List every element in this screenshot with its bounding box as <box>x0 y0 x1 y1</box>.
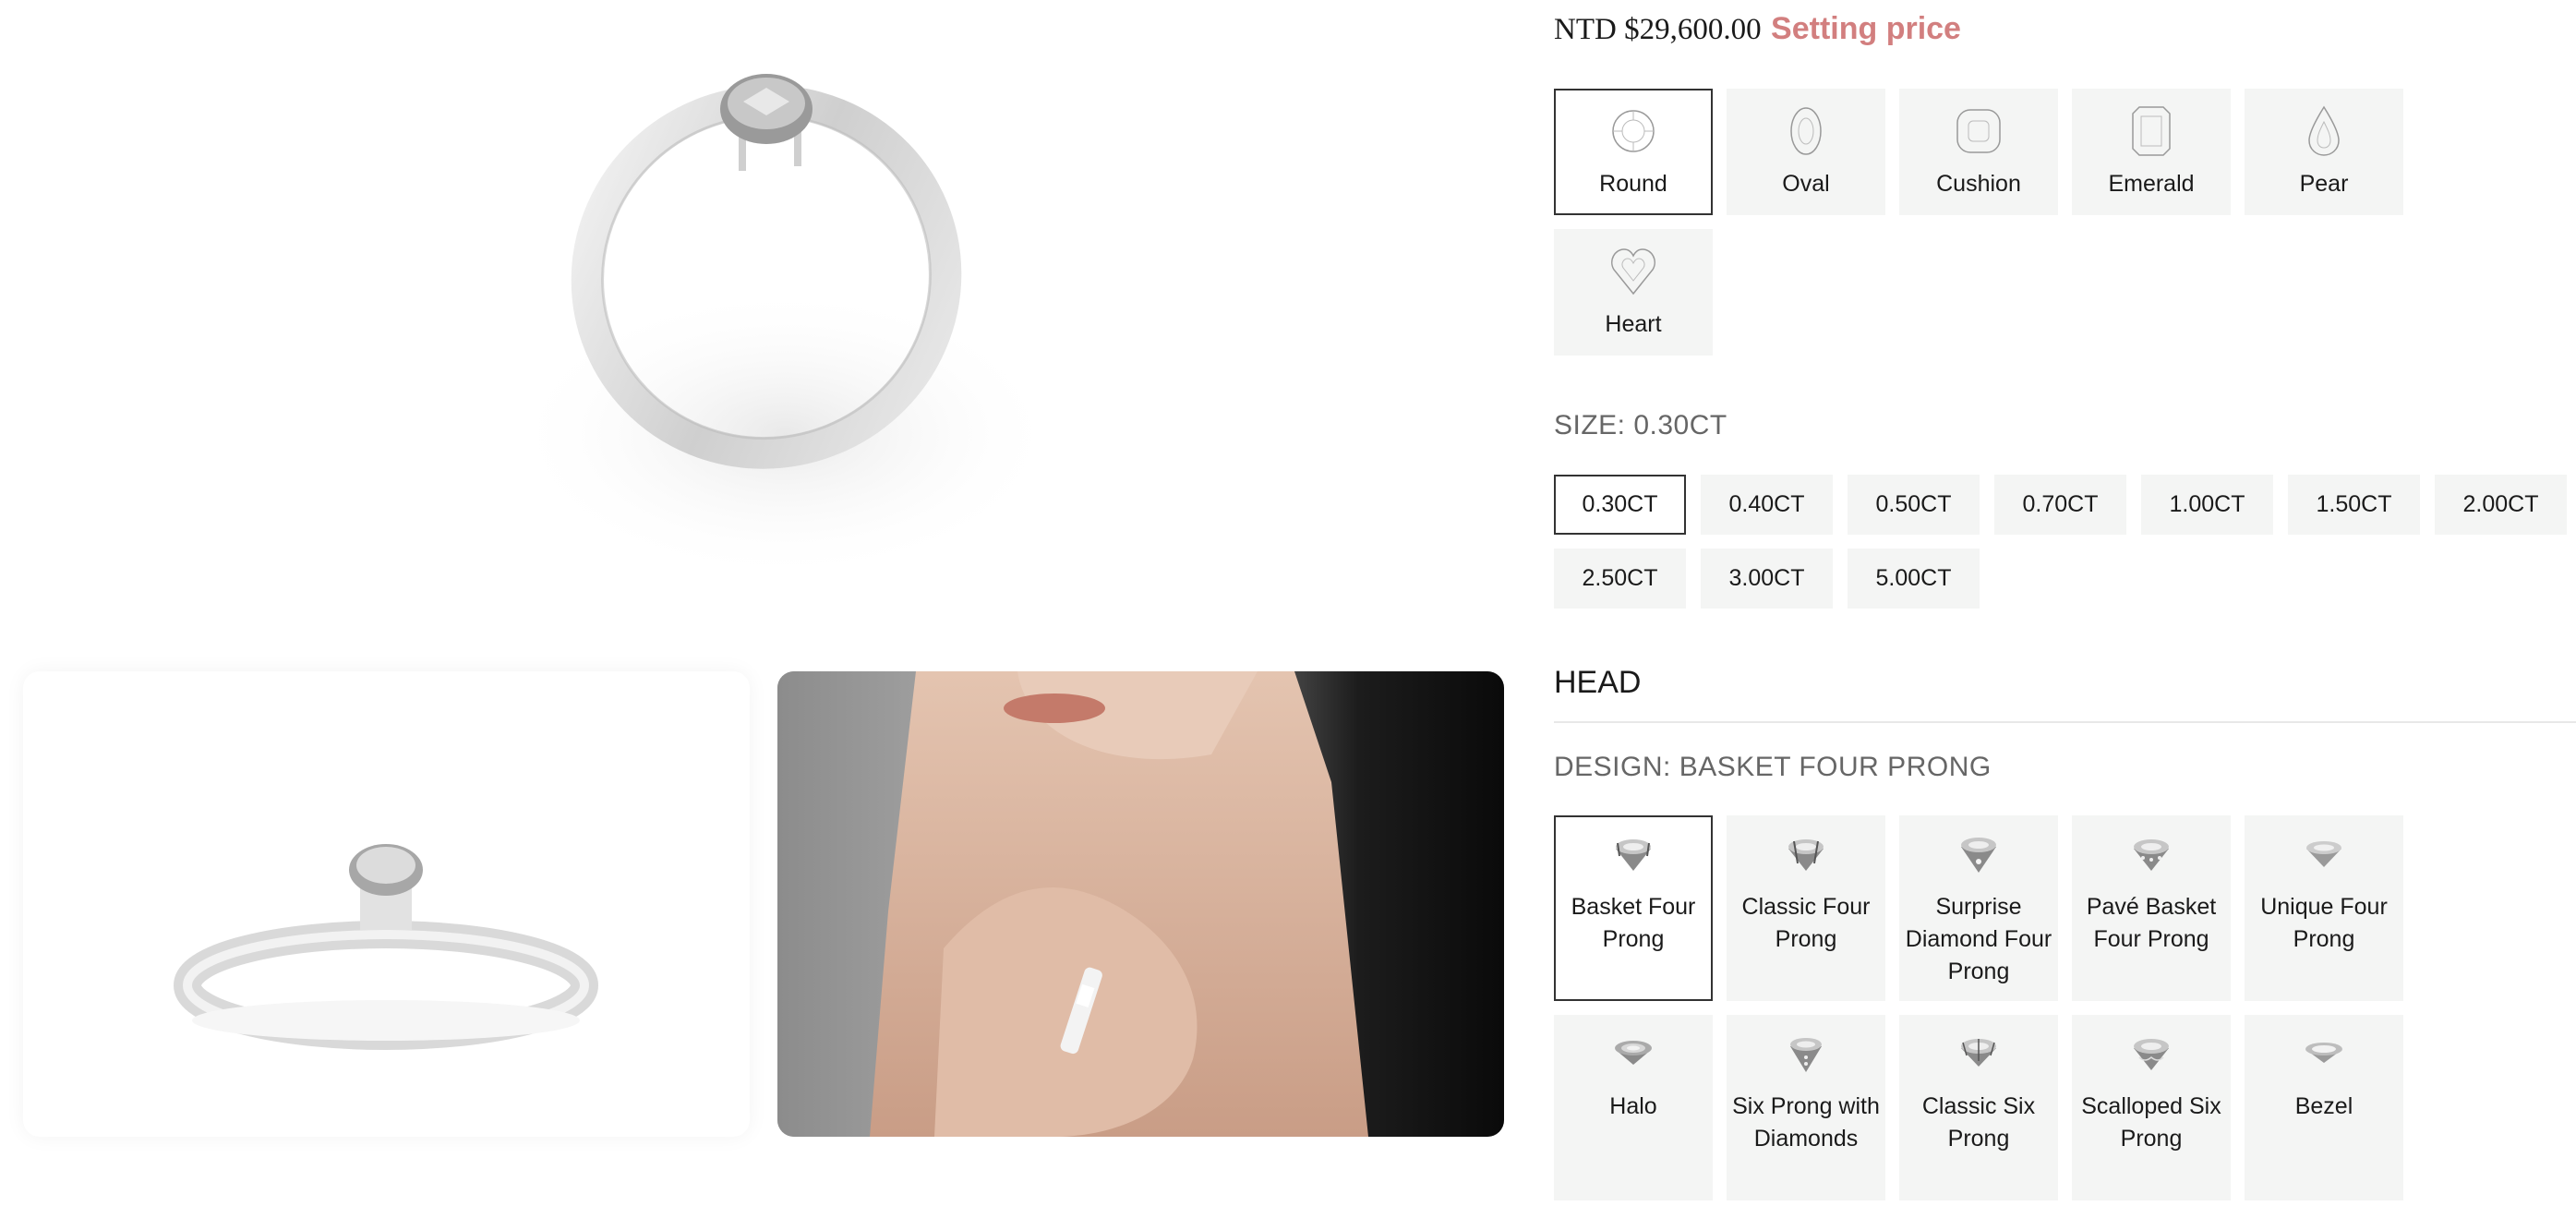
design-option-unique-four-prong[interactable]: Unique Four Prong <box>2245 815 2403 1001</box>
surprise-diamond-icon <box>1961 838 1996 873</box>
design-option-label: Basket Four Prong <box>1571 894 1696 952</box>
design-option-label: Bezel <box>2294 1093 2353 1119</box>
design-option-label: Surprise Diamond Four Prong <box>1905 894 2052 984</box>
size-option-2-00ct[interactable]: 2.00CT <box>2435 475 2567 535</box>
size-option-1-50ct[interactable]: 1.50CT <box>2288 475 2420 535</box>
design-option-surprise-diamond-four-prong[interactable]: Surprise Diamond Four Prong <box>1899 815 2058 1001</box>
design-option-pave-basket-four-prong[interactable]: Pavé Basket Four Prong <box>2072 815 2231 1001</box>
product-options-panel: NTD $29,600.00 Setting price Round Oval … <box>1554 0 2576 1206</box>
design-option-label: Classic Six Prong <box>1921 1093 2036 1152</box>
six-prong-diamonds-icon <box>1790 1038 1822 1072</box>
design-option-basket-four-prong[interactable]: Basket Four Prong <box>1554 815 1713 1001</box>
head-section-title: HEAD <box>1554 665 1642 700</box>
main-product-image[interactable] <box>0 0 1530 646</box>
design-option-label: Six Prong with Diamonds <box>1732 1093 1880 1152</box>
size-option-0-50ct[interactable]: 0.50CT <box>1848 475 1980 535</box>
thumbnail-ring-side-view[interactable] <box>23 671 750 1137</box>
price-row: NTD $29,600.00 Setting price <box>1554 11 1961 47</box>
pear-diamond-icon <box>2308 105 2340 156</box>
shape-option-round[interactable]: Round <box>1554 89 1713 215</box>
size-option-5-00ct[interactable]: 5.00CT <box>1848 549 1980 609</box>
bezel-icon <box>2305 1043 2342 1063</box>
size-option-3-00ct[interactable]: 3.00CT <box>1701 549 1833 609</box>
cushion-diamond-icon <box>1956 109 2001 153</box>
halo-icon <box>1615 1041 1652 1065</box>
heart-diamond-icon <box>1611 248 1655 295</box>
design-option-halo[interactable]: Halo <box>1554 1015 1713 1200</box>
shape-option-oval[interactable]: Oval <box>1727 89 1885 215</box>
design-option-label: Pavé Basket Four Prong <box>2086 894 2217 952</box>
design-option-classic-six-prong[interactable]: Classic Six Prong <box>1899 1015 2058 1200</box>
shape-option-heart[interactable]: Heart <box>1554 229 1713 356</box>
classic-four-prong-icon <box>1788 839 1824 871</box>
shape-option-label: Heart <box>1605 311 1662 337</box>
design-option-scalloped-six-prong[interactable]: Scalloped Six Prong <box>2072 1015 2231 1200</box>
shape-option-pear[interactable]: Pear <box>2245 89 2403 215</box>
design-option-label: Unique Four Prong <box>2260 894 2388 952</box>
basket-four-prong-icon <box>1616 839 1651 871</box>
shape-option-label: Oval <box>1782 171 1830 197</box>
design-option-label: Scalloped Six Prong <box>2081 1093 2221 1152</box>
shape-option-label: Cushion <box>1936 171 2021 197</box>
unique-four-prong-icon <box>2306 841 2341 867</box>
design-options: Basket Four Prong Classic Four Prong Sur… <box>1554 815 2403 1200</box>
design-option-six-prong-with-diamonds[interactable]: Six Prong with Diamonds <box>1727 1015 1885 1200</box>
shape-option-label: Emerald <box>2108 171 2195 197</box>
classic-six-prong-icon <box>1961 1039 1996 1067</box>
size-options: 0.30CT 0.40CT 0.50CT 0.70CT 1.00CT 1.50C… <box>1554 475 2576 609</box>
thumbnail-model-wearing-ring[interactable] <box>777 671 1504 1137</box>
size-option-0-30ct[interactable]: 0.30CT <box>1554 475 1686 535</box>
design-label: DESIGN: BASKET FOUR PRONG <box>1554 752 1992 782</box>
size-option-2-50ct[interactable]: 2.50CT <box>1554 549 1686 609</box>
price-value: NTD $29,600.00 <box>1554 13 1762 46</box>
design-option-label: Halo <box>1609 1093 1657 1119</box>
setting-price-label: Setting price <box>1771 11 1961 46</box>
size-option-1-00ct[interactable]: 1.00CT <box>2141 475 2273 535</box>
design-option-bezel[interactable]: Bezel <box>2245 1015 2403 1200</box>
shape-options: Round Oval Cushion Emerald Pear Heart <box>1554 89 2403 356</box>
scalloped-six-prong-icon <box>2134 1039 2169 1070</box>
size-label: SIZE: 0.30CT <box>1554 410 1727 440</box>
emerald-diamond-icon <box>2132 106 2171 156</box>
shape-option-label: Pear <box>2299 171 2349 197</box>
section-divider <box>1554 721 2576 723</box>
oval-diamond-icon <box>1790 107 1822 155</box>
design-option-classic-four-prong[interactable]: Classic Four Prong <box>1727 815 1885 1001</box>
shape-option-emerald[interactable]: Emerald <box>2072 89 2231 215</box>
size-option-0-40ct[interactable]: 0.40CT <box>1701 475 1833 535</box>
shape-option-label: Round <box>1599 171 1667 197</box>
shape-option-cushion[interactable]: Cushion <box>1899 89 2058 215</box>
size-option-0-70ct[interactable]: 0.70CT <box>1994 475 2126 535</box>
design-option-label: Classic Four Prong <box>1741 894 1871 952</box>
round-diamond-icon <box>1612 110 1655 152</box>
pave-basket-icon <box>2134 839 2169 871</box>
